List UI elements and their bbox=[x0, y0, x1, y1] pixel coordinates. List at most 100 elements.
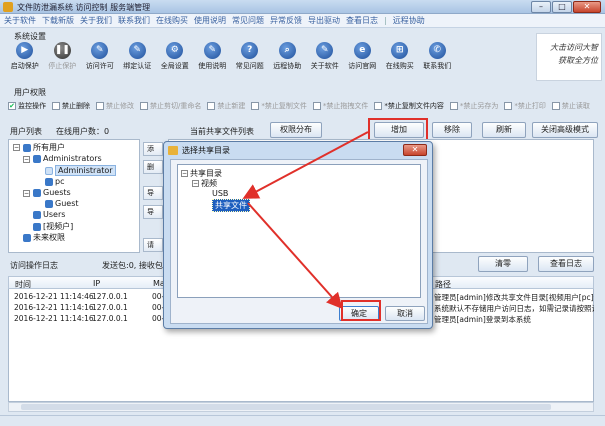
menu-feedback[interactable]: 异常反馈 bbox=[270, 15, 302, 26]
tree-user-pc[interactable]: pc bbox=[45, 177, 64, 186]
perm-no-copy-file[interactable]: *禁止复制文件 bbox=[251, 101, 307, 111]
perm-no-delete[interactable]: 禁止删除 bbox=[52, 101, 90, 111]
log-stats: 发送包:0, 接收包:0 bbox=[102, 261, 171, 270]
refresh-button[interactable]: 刷新 bbox=[482, 122, 526, 138]
perm-no-save-as[interactable]: *禁止另存为 bbox=[449, 101, 498, 111]
collapse-icon[interactable]: − bbox=[192, 180, 199, 187]
tree-group-guests[interactable]: Guests bbox=[33, 188, 71, 197]
horizontal-scrollbar[interactable] bbox=[8, 402, 594, 412]
faq-button[interactable]: ? 常见问题 bbox=[231, 40, 269, 76]
perm-no-cut-rename[interactable]: 禁止剪切/重命名 bbox=[140, 101, 201, 111]
contact-button[interactable]: ✆ 联系我们 bbox=[419, 40, 457, 76]
minimize-button[interactable]: – bbox=[531, 1, 551, 13]
collapse-icon[interactable]: − bbox=[23, 190, 30, 197]
delete-user-button[interactable]: 删 bbox=[143, 160, 163, 174]
remove-button[interactable]: 移除 bbox=[432, 122, 472, 138]
global-settings-button[interactable]: ⚙ 全局设置 bbox=[156, 40, 194, 76]
tree-group-administrators[interactable]: Administrators bbox=[33, 154, 102, 163]
perm-monitor[interactable]: ✔ 监控操作 bbox=[8, 101, 46, 111]
col-ip[interactable]: IP bbox=[93, 279, 100, 288]
close-button[interactable]: ✕ bbox=[573, 1, 601, 13]
dialog-body: − 共享目录 − 视频 USB 共享文件 确定 取消 bbox=[170, 159, 428, 324]
access-permission-button[interactable]: ✎ 访问许可 bbox=[81, 40, 119, 76]
view-log-button[interactable]: 查看日志 bbox=[538, 256, 594, 272]
remote-assist-button[interactable]: ⌕ 远程协助 bbox=[269, 40, 307, 76]
menu-bar: 关于软件 下载新版 关于我们 联系我们 在线购买 使用说明 常见问题 异常反馈 … bbox=[0, 14, 605, 28]
log-ip: 127.0.0.1 bbox=[92, 303, 128, 312]
perm-no-copy-content[interactable]: *禁止复制文件内容 bbox=[374, 101, 444, 111]
tree-label: Administrators bbox=[43, 154, 102, 163]
ok-button[interactable]: 确定 bbox=[339, 306, 379, 321]
perm-label: 禁止新建 bbox=[217, 102, 246, 110]
about-button[interactable]: ✎ 关于软件 bbox=[306, 40, 344, 76]
bind-auth-button[interactable]: ✎ 绑定认证 bbox=[119, 40, 157, 76]
auth-icon: ✎ bbox=[128, 42, 146, 59]
slogan-line-1: 大击访问大智 bbox=[550, 43, 598, 52]
shared-files-label: 当前共享文件列表 bbox=[190, 127, 254, 136]
checkbox-icon bbox=[312, 102, 321, 110]
status-bar bbox=[0, 415, 605, 426]
perm-no-print[interactable]: *禁止打印 bbox=[504, 101, 546, 111]
menu-export-driver[interactable]: 导出驱动 bbox=[308, 15, 340, 26]
menu-view-log[interactable]: 查看日志 bbox=[346, 15, 378, 26]
folder-video[interactable]: 视频 bbox=[201, 178, 217, 189]
menu-contact[interactable]: 联系我们 bbox=[118, 15, 150, 26]
tree-user-guest[interactable]: Guest bbox=[45, 199, 79, 208]
add-user-button[interactable]: 添 bbox=[143, 142, 163, 156]
menu-buy[interactable]: 在线购买 bbox=[156, 15, 188, 26]
about-icon: ✎ bbox=[316, 42, 334, 59]
log-path: 管理员[admin]登录到本系统 bbox=[434, 315, 531, 324]
tree-label: pc bbox=[55, 177, 65, 186]
collapse-icon[interactable]: − bbox=[13, 144, 20, 151]
log-time: 2016-12-21 11:14:16 bbox=[14, 303, 94, 312]
perm-label: 监控操作 bbox=[18, 102, 46, 110]
toolbar: ▶ 启动保护 ❚❚ 停止保护 ✎ 访问许可 ✎ 绑定认证 ⚙ 全局设置 ✎ 使用说明 ? 常见… bbox=[6, 40, 526, 76]
tool-label: 远程协助 bbox=[273, 62, 302, 70]
request-button[interactable]: 请 bbox=[143, 238, 163, 252]
tree-user-administrator[interactable]: Administrator bbox=[45, 165, 116, 176]
folder-tree[interactable]: − 共享目录 − 视频 USB 共享文件 bbox=[177, 164, 421, 298]
perm-no-drag-file[interactable]: *禁止拖拽文件 bbox=[312, 101, 368, 111]
tree-group-video[interactable]: [视频户] bbox=[33, 221, 73, 232]
collapse-icon[interactable]: − bbox=[23, 156, 30, 163]
menu-about[interactable]: 关于软件 bbox=[4, 15, 36, 26]
user-tree[interactable]: − 所有用户 − Administrators Administrator pc… bbox=[8, 139, 140, 253]
menu-download[interactable]: 下载新版 bbox=[42, 15, 74, 26]
manual-button[interactable]: ✎ 使用说明 bbox=[194, 40, 232, 76]
tree-group-users[interactable]: Users bbox=[33, 210, 65, 219]
website-button[interactable]: e 访问官网 bbox=[344, 40, 382, 76]
menu-manual[interactable]: 使用说明 bbox=[194, 15, 226, 26]
dialog-close-button[interactable]: ✕ bbox=[403, 144, 427, 156]
menu-about-us[interactable]: 关于我们 bbox=[80, 15, 112, 26]
maximize-button[interactable]: □ bbox=[552, 1, 572, 13]
collapse-icon[interactable]: − bbox=[181, 170, 188, 177]
user-list-label: 用户列表 bbox=[10, 127, 42, 136]
import-button[interactable]: 导 bbox=[143, 186, 163, 200]
cancel-button[interactable]: 取消 bbox=[385, 306, 425, 321]
tool-label: 关于软件 bbox=[310, 62, 339, 70]
menu-faq[interactable]: 常见问题 bbox=[232, 15, 264, 26]
menu-remote[interactable]: 远程协助 bbox=[393, 15, 425, 26]
folder-shared-files[interactable]: 共享文件 bbox=[212, 199, 250, 212]
start-protect-button[interactable]: ▶ 启动保护 bbox=[6, 40, 44, 76]
perm-label: 禁止删除 bbox=[62, 102, 90, 110]
perm-no-modify[interactable]: 禁止修改 bbox=[96, 101, 134, 111]
checkbox-icon bbox=[96, 102, 104, 110]
perm-no-create[interactable]: 禁止新建 bbox=[207, 101, 245, 111]
log-time: 2016-12-21 11:14:46 bbox=[14, 292, 94, 301]
perm-no-read[interactable]: 禁止读取 bbox=[551, 101, 590, 111]
stop-protect-button[interactable]: ❚❚ 停止保护 bbox=[44, 40, 82, 76]
permission-distribution-button[interactable]: 权限分布 bbox=[270, 122, 322, 138]
tree-label: USB bbox=[212, 189, 229, 198]
tool-label: 联系我们 bbox=[423, 62, 452, 70]
export-button[interactable]: 导 bbox=[143, 205, 163, 219]
tree-label: Administrator bbox=[55, 165, 116, 176]
buy-online-button[interactable]: ⊞ 在线购买 bbox=[381, 40, 419, 76]
clear-button[interactable]: 清零 bbox=[478, 256, 528, 272]
close-advanced-button[interactable]: 关闭高级模式 bbox=[532, 122, 598, 138]
folder-usb[interactable]: USB bbox=[212, 189, 228, 198]
scroll-thumb[interactable] bbox=[21, 404, 551, 410]
tree-root[interactable]: 所有用户 bbox=[23, 142, 65, 153]
tree-future-permission[interactable]: 未来权限 bbox=[23, 232, 65, 243]
checkbox-icon bbox=[374, 102, 383, 110]
